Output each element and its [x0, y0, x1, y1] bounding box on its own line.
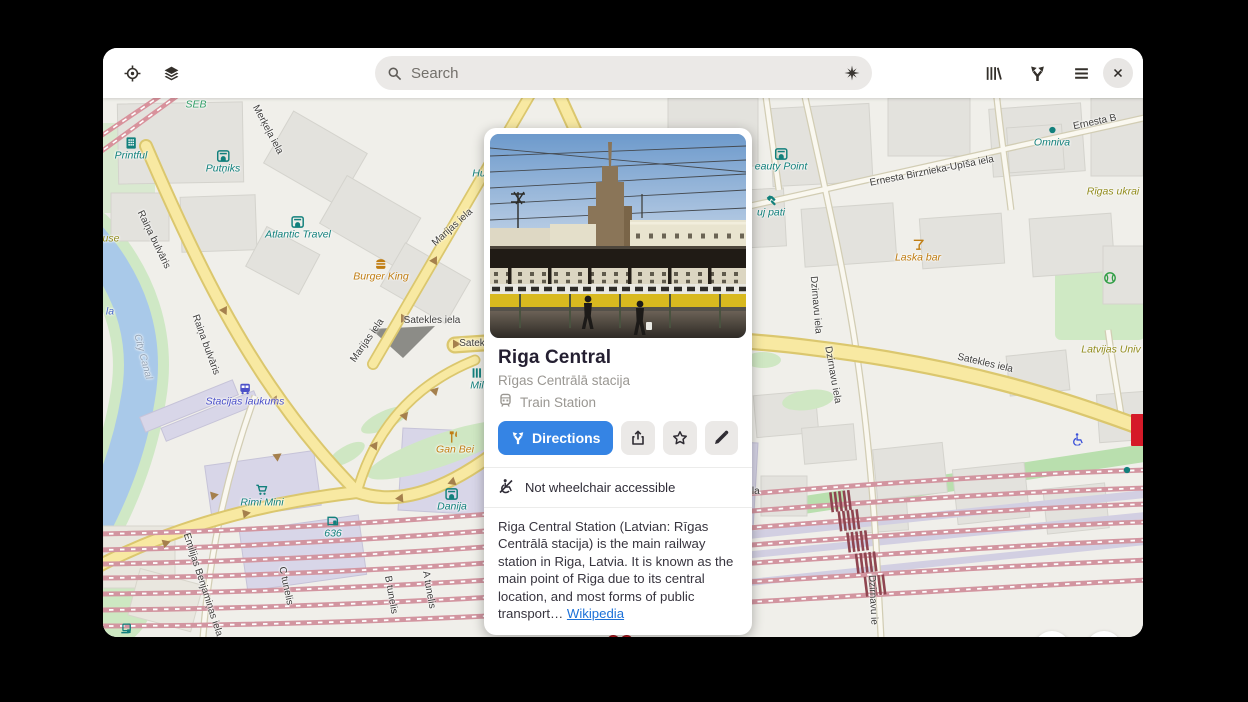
locate-icon: [124, 65, 141, 82]
search-input[interactable]: [411, 65, 844, 82]
layers-icon: [163, 65, 180, 82]
favorites-library-button[interactable]: [976, 56, 1010, 90]
map-canvas[interactable]: SEBPrintfulPutņiksMerķeļa ielaAtlantic T…: [103, 98, 1143, 637]
train-icon: [498, 393, 513, 411]
go-to-location-button[interactable]: [115, 56, 149, 90]
main-menu-button[interactable]: [1064, 56, 1098, 90]
layers-button[interactable]: [154, 56, 188, 90]
share-icon: [630, 430, 646, 446]
library-icon: [985, 65, 1002, 82]
edit-pencil-icon: [713, 430, 729, 446]
place-description: Riga Central Station (Latvian: Rīgas Cen…: [484, 508, 752, 635]
favorite-button[interactable]: [663, 421, 697, 455]
search-bar[interactable]: [375, 56, 872, 90]
directions-button[interactable]: Directions: [498, 421, 613, 455]
window-close-button[interactable]: [1103, 58, 1133, 88]
wikipedia-link[interactable]: Wikipedia: [567, 606, 624, 621]
place-photo: [490, 134, 746, 338]
close-icon: [1111, 66, 1125, 80]
place-category: Train Station: [520, 395, 596, 410]
place-title: Riga Central: [498, 347, 738, 369]
favorite-star-icon: [672, 430, 688, 446]
accessibility-text: Not wheelchair accessible: [525, 480, 675, 495]
place-info-card: Riga Central Rīgas Centrālā stacija Trai…: [484, 128, 752, 635]
place-native-name: Rīgas Centrālā stacija: [498, 373, 738, 388]
search-icon: [387, 66, 402, 81]
menu-icon: [1073, 65, 1090, 82]
route-planner-button[interactable]: [1020, 56, 1054, 90]
share-button[interactable]: [621, 421, 655, 455]
not-wheelchair-accessible-icon: [498, 478, 514, 497]
header-bar: [103, 48, 1143, 98]
route-icon: [1029, 65, 1046, 82]
edit-button[interactable]: [705, 421, 739, 455]
route-icon: [511, 431, 525, 445]
maps-app-window: SEBPrintfulPutņiksMerķeļa ielaAtlantic T…: [103, 48, 1143, 637]
explore-sparkle-icon[interactable]: [844, 65, 860, 81]
